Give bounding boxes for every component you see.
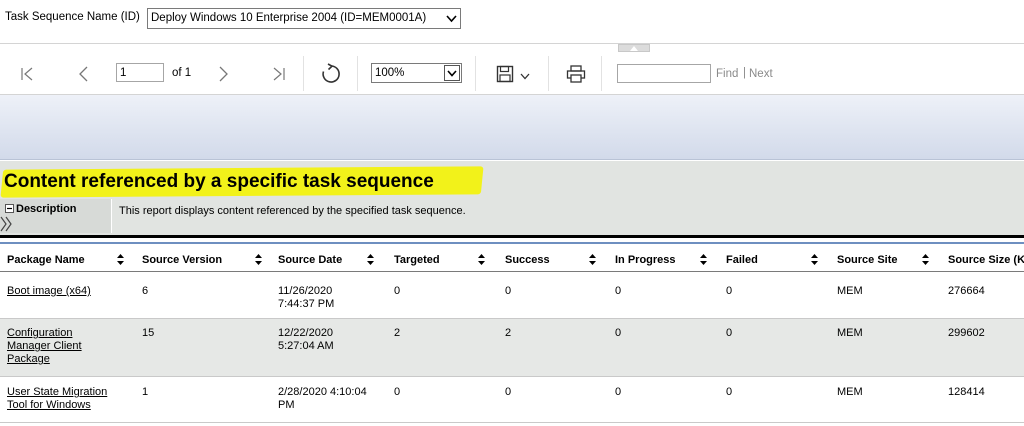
find-next-button[interactable]: Next <box>749 68 773 80</box>
chevron-down-icon[interactable] <box>444 65 460 81</box>
success-cell: 2 <box>505 327 512 339</box>
success-cell: 0 <box>505 386 512 398</box>
toolbar-separator <box>601 56 602 91</box>
column-header-source-version[interactable]: Source Version <box>142 254 222 266</box>
toolbar-separator <box>548 56 549 91</box>
refresh-button[interactable] <box>317 52 345 95</box>
column-header-package-name[interactable]: Package Name <box>7 254 85 266</box>
refresh-icon <box>322 62 340 83</box>
failed-cell: 0 <box>726 285 733 297</box>
report-banner <box>0 95 1024 160</box>
task-sequence-label: Task Sequence Name (ID) <box>5 11 140 23</box>
table-row: Boot image (x64) 6 11/26/2020 7:44:37 PM… <box>0 273 1024 319</box>
targeted-cell: 0 <box>394 386 401 398</box>
last-page-icon <box>273 67 285 80</box>
sort-icon[interactable] <box>367 254 374 268</box>
in-progress-cell: 0 <box>615 327 622 339</box>
find-separator: | <box>743 67 746 79</box>
table-row: User State Migration Tool for Windows 1 … <box>0 377 1024 423</box>
column-header-source-size[interactable]: Source Size (KB) <box>948 254 1024 266</box>
success-cell: 0 <box>505 285 512 297</box>
toolbar-separator <box>357 56 358 91</box>
sort-icon[interactable] <box>117 254 124 268</box>
chevron-left-icon <box>79 66 88 81</box>
report-title: Content referenced by a specific task se… <box>4 171 434 192</box>
source-date-cell: 12/22/2020 5:27:04 AM <box>278 327 334 352</box>
package-name-link[interactable]: Boot image (x64) <box>7 285 127 298</box>
description-text: This report displays content referenced … <box>119 205 466 217</box>
toolbar-separator <box>303 56 304 91</box>
sort-icon[interactable] <box>589 254 596 268</box>
previous-page-button[interactable] <box>70 52 96 95</box>
source-version-cell: 15 <box>142 327 155 339</box>
source-site-cell: MEM <box>837 285 863 297</box>
toolbar-separator <box>475 56 476 91</box>
sort-icon[interactable] <box>478 254 485 268</box>
source-date-cell: 11/26/2020 7:44:37 PM <box>278 285 335 310</box>
next-page-button[interactable] <box>211 52 237 95</box>
collapse-icon[interactable] <box>5 204 14 213</box>
source-site-cell: MEM <box>837 386 863 398</box>
source-size-cell: 276664 <box>948 285 985 297</box>
print-button[interactable] <box>563 52 589 95</box>
table-row: Configuration Manager Client Package 15 … <box>0 319 1024 377</box>
source-version-cell: 1 <box>142 386 149 398</box>
first-page-icon <box>21 67 33 80</box>
description-label-cell: Description <box>0 199 112 233</box>
collapse-parameters-button[interactable] <box>618 44 650 52</box>
page-count-label: of 1 <box>172 67 192 79</box>
targeted-cell: 2 <box>394 327 401 339</box>
task-sequence-select-value: Deploy Windows 10 Enterprise 2004 (ID=ME… <box>151 12 427 24</box>
column-header-source-site[interactable]: Source Site <box>837 254 898 266</box>
find-input[interactable] <box>617 64 711 83</box>
chevron-down-icon[interactable] <box>444 10 459 27</box>
double-chevron-right-icon <box>0 216 12 232</box>
failed-cell: 0 <box>726 386 733 398</box>
print-icon <box>566 64 586 83</box>
source-site-cell: MEM <box>837 327 863 339</box>
column-header-failed[interactable]: Failed <box>726 254 758 266</box>
failed-cell: 0 <box>726 327 733 339</box>
sort-icon[interactable] <box>700 254 707 268</box>
in-progress-cell: 0 <box>615 285 622 297</box>
chevron-down-icon <box>520 73 530 80</box>
in-progress-cell: 0 <box>615 386 622 398</box>
table-header: Package Name Source Version Source Date … <box>0 242 1024 272</box>
package-name-link[interactable]: User State Migration Tool for Windows <box>7 386 137 412</box>
sort-icon[interactable] <box>922 254 929 268</box>
report-toolbar: of 1 100% Find | Next <box>0 52 1024 95</box>
chevron-right-icon <box>219 66 228 81</box>
caret-up-icon <box>630 45 638 51</box>
description-label: Description <box>16 203 77 215</box>
save-icon <box>496 65 514 82</box>
zoom-select[interactable]: 100% <box>371 63 462 83</box>
last-page-button[interactable] <box>266 52 292 95</box>
source-version-cell: 6 <box>142 285 149 297</box>
sort-icon[interactable] <box>255 254 262 268</box>
column-header-source-date[interactable]: Source Date <box>278 254 342 266</box>
column-header-targeted[interactable]: Targeted <box>394 254 440 266</box>
export-button[interactable] <box>492 52 534 95</box>
sort-icon[interactable] <box>811 254 818 268</box>
task-sequence-select[interactable]: Deploy Windows 10 Enterprise 2004 (ID=ME… <box>147 8 461 29</box>
first-page-button[interactable] <box>14 52 40 95</box>
column-header-success[interactable]: Success <box>505 254 550 266</box>
expand-sidebar-button[interactable] <box>0 215 14 236</box>
package-name-link[interactable]: Configuration Manager Client Package <box>7 327 127 366</box>
page-number-input[interactable] <box>116 63 164 82</box>
parameter-bar: Task Sequence Name (ID) Deploy Windows 1… <box>0 0 1024 44</box>
zoom-value: 100% <box>375 67 405 79</box>
source-size-cell: 299602 <box>948 327 985 339</box>
targeted-cell: 0 <box>394 285 401 297</box>
find-button[interactable]: Find <box>716 68 738 80</box>
column-header-in-progress[interactable]: In Progress <box>615 254 676 266</box>
source-date-cell: 2/28/2020 4:10:04 PM <box>278 386 367 411</box>
source-size-cell: 128414 <box>948 386 985 398</box>
